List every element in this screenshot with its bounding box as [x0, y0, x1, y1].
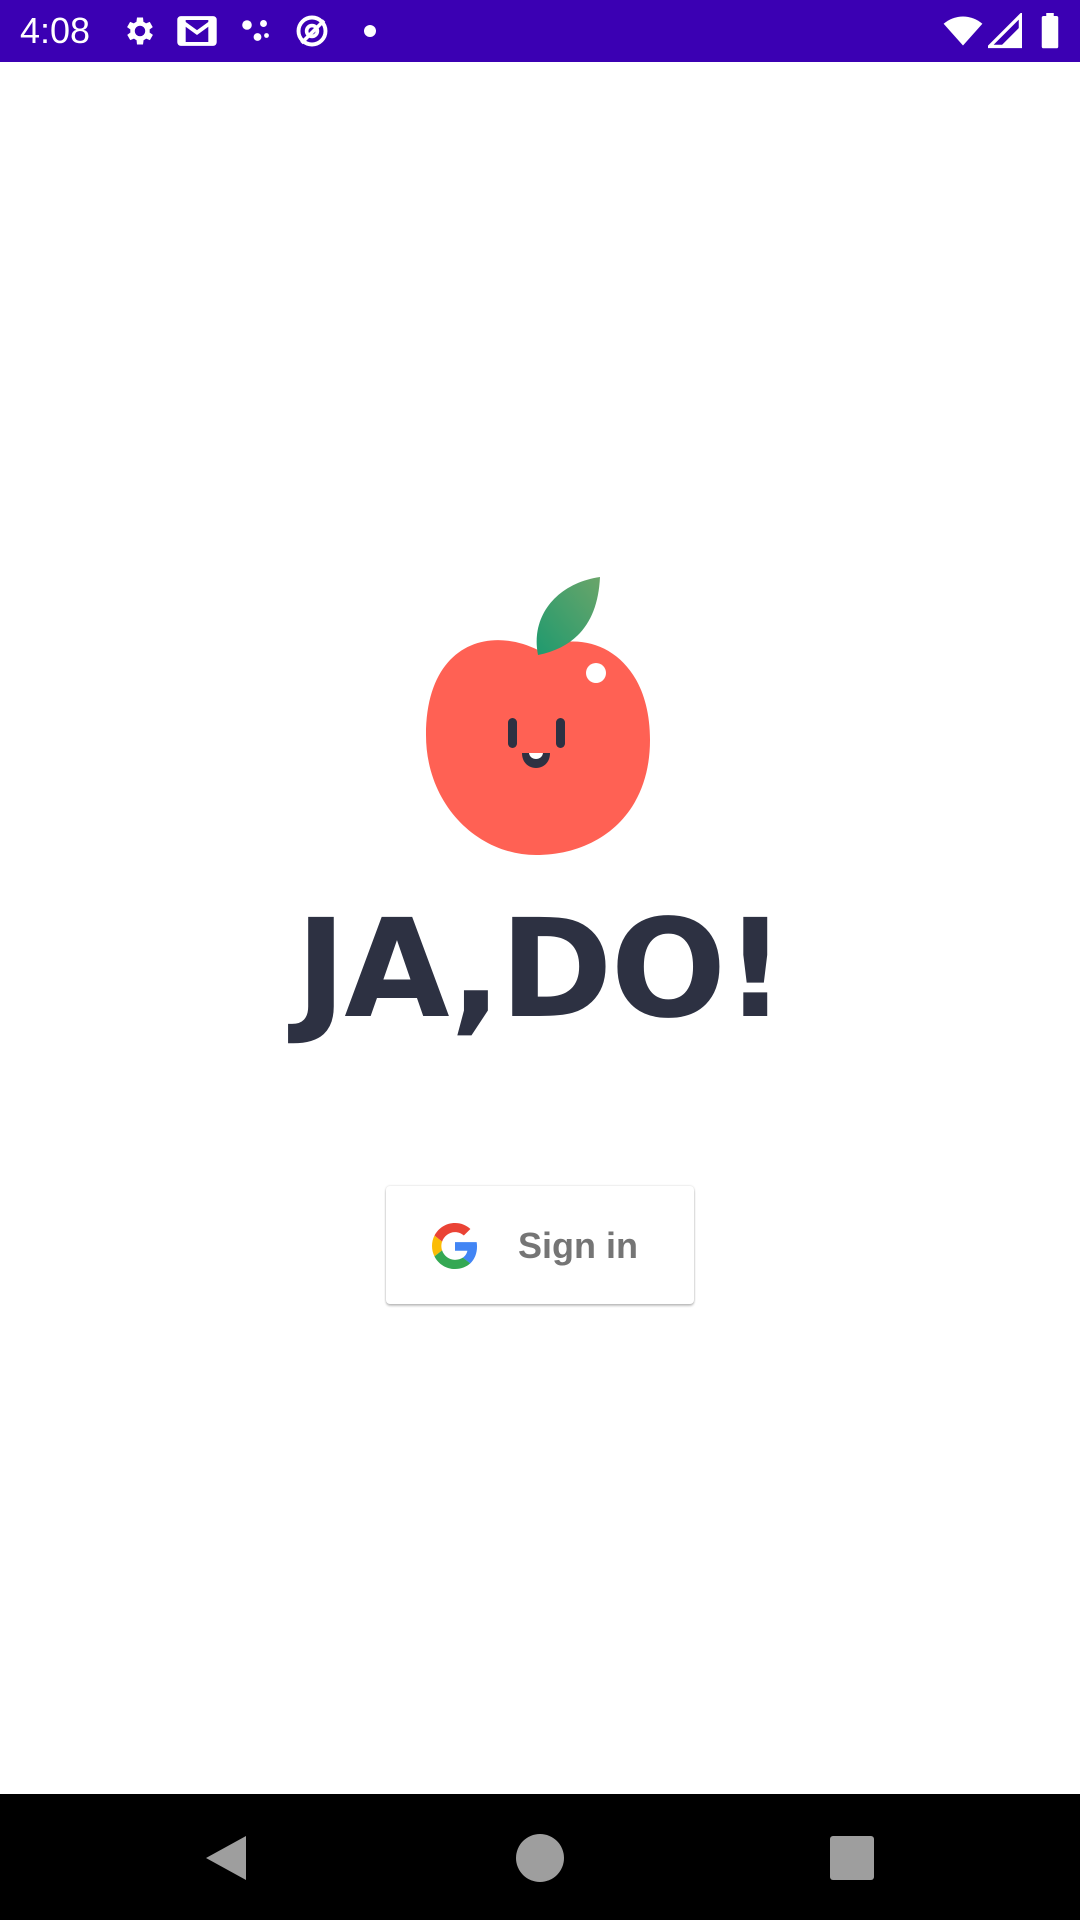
app-wordmark: JA,DO!	[295, 891, 787, 1049]
battery-icon	[1038, 13, 1062, 49]
recents-button[interactable]	[824, 1830, 880, 1886]
wifi-icon	[942, 13, 984, 49]
assistant-dots-icon	[238, 13, 274, 49]
navigation-bar	[0, 1794, 1080, 1920]
no-location-icon	[294, 13, 330, 49]
screen: 4:08 JA,DO! Sign in	[0, 0, 1080, 1920]
home-button[interactable]	[512, 1830, 568, 1886]
signal-icon	[988, 13, 1022, 49]
settings-icon	[122, 13, 158, 49]
status-time: 4:08	[20, 10, 91, 51]
back-button[interactable]	[198, 1830, 254, 1886]
status-bar: 4:08	[0, 0, 1080, 62]
sign-in-label: Sign in	[518, 1225, 638, 1266]
gmail-icon	[176, 13, 218, 49]
google-icon	[432, 1223, 478, 1269]
google-sign-in-button[interactable]: Sign in	[386, 1186, 694, 1304]
apple-mascot-icon	[418, 575, 658, 855]
dot-icon	[360, 13, 380, 49]
